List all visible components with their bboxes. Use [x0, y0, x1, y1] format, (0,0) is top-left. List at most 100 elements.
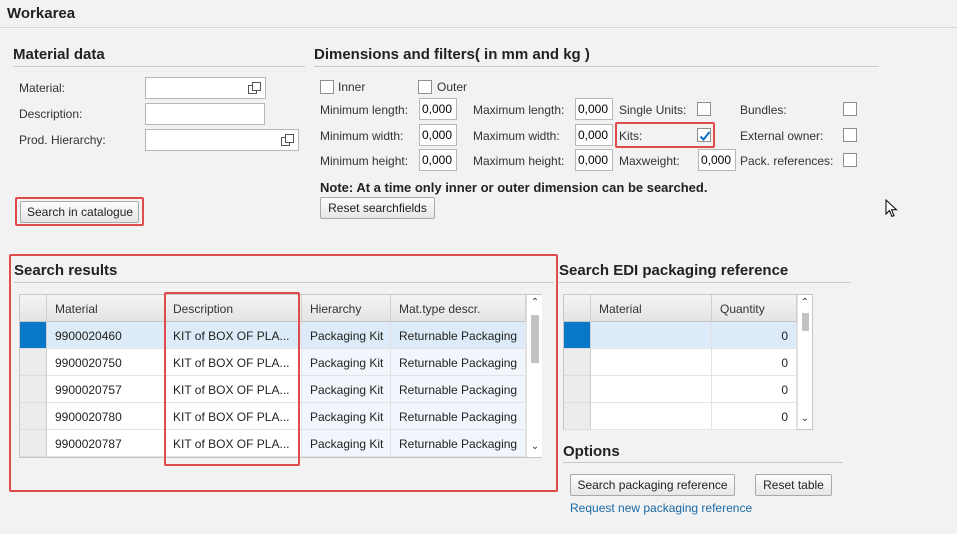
value-help-icon[interactable] [281, 134, 294, 147]
dimensions-divider [314, 66, 879, 67]
scroll-up-icon[interactable]: ⌃ [798, 297, 812, 308]
table-cell-hierarchy[interactable]: Packaging Kit [302, 376, 391, 403]
table-cell-material[interactable]: 9900020460 [47, 322, 165, 349]
max-length-label: Maximum length: [473, 103, 565, 117]
external-owner-checkbox[interactable] [843, 128, 857, 142]
outer-checkbox[interactable] [418, 80, 432, 94]
description-label: Description: [19, 107, 83, 121]
inner-checkbox[interactable] [320, 80, 334, 94]
table-cell-material[interactable]: 9900020787 [47, 430, 165, 457]
scroll-up-icon[interactable]: ⌃ [528, 297, 542, 308]
select-all-header[interactable] [20, 295, 47, 322]
column-header-hierarchy[interactable]: Hierarchy [302, 295, 391, 322]
description-input[interactable] [145, 103, 265, 125]
table-cell-hierarchy[interactable]: Packaging Kit [302, 322, 391, 349]
min-width-input[interactable]: 0,000 [419, 124, 457, 146]
options-divider [563, 462, 843, 463]
table-cell-mat-type[interactable]: Returnable Packaging [391, 376, 526, 403]
edi-scrollbar[interactable]: ⌃ ⌄ [797, 295, 812, 429]
table-cell-quantity[interactable]: 0 [712, 376, 797, 403]
prod-hierarchy-input[interactable] [145, 129, 299, 151]
table-cell-quantity[interactable]: 0 [712, 349, 797, 376]
table-cell-material[interactable] [591, 349, 712, 376]
value-help-icon[interactable] [248, 82, 261, 95]
maxweight-input[interactable]: 0,000 [698, 149, 736, 171]
edi-title: Search EDI packaging reference [559, 262, 789, 279]
table-cell-description[interactable]: KIT of BOX OF PLA... [165, 403, 302, 430]
table-cell-description[interactable]: KIT of BOX OF PLA... [165, 322, 302, 349]
max-height-input[interactable]: 0,000 [575, 149, 613, 171]
row-selector[interactable] [20, 403, 47, 430]
search-results-divider [14, 282, 554, 283]
reset-searchfields-button[interactable]: Reset searchfields [320, 197, 435, 219]
bundles-label: Bundles: [740, 103, 787, 117]
edi-divider [559, 282, 851, 283]
min-height-label: Minimum height: [320, 154, 409, 168]
pack-references-checkbox[interactable] [843, 153, 857, 167]
table-cell-mat-type[interactable]: Returnable Packaging [391, 322, 526, 349]
header-divider [0, 27, 957, 28]
table-cell-material[interactable] [591, 403, 712, 430]
scroll-thumb[interactable] [531, 315, 539, 363]
scroll-thumb[interactable] [802, 313, 809, 331]
table-cell-mat-type[interactable]: Returnable Packaging [391, 349, 526, 376]
min-height-input[interactable]: 0,000 [419, 149, 457, 171]
search-packaging-reference-button[interactable]: Search packaging reference [570, 474, 735, 496]
single-units-checkbox[interactable] [697, 102, 711, 116]
table-cell-material[interactable] [591, 376, 712, 403]
row-selector[interactable] [20, 349, 47, 376]
checkmark-icon [699, 131, 711, 141]
reset-table-button[interactable]: Reset table [755, 474, 832, 496]
material-label: Material: [19, 81, 66, 95]
table-cell-material[interactable]: 9900020780 [47, 403, 165, 430]
request-new-packaging-reference-link[interactable]: Request new packaging reference [570, 501, 752, 515]
results-scrollbar[interactable]: ⌃ ⌄ [526, 295, 542, 457]
select-all-header[interactable] [564, 295, 591, 322]
row-selector[interactable] [20, 322, 47, 349]
column-header-mat-type[interactable]: Mat.type descr. [391, 295, 526, 322]
search-in-catalogue-button[interactable]: Search in catalogue [20, 201, 139, 223]
row-selector[interactable] [564, 376, 591, 403]
outer-label: Outer [437, 80, 468, 94]
row-selector[interactable] [20, 430, 47, 457]
table-cell-description[interactable]: KIT of BOX OF PLA... [165, 349, 302, 376]
mouse-cursor-icon [885, 199, 898, 218]
row-selector[interactable] [564, 322, 591, 349]
scroll-down-icon[interactable]: ⌄ [528, 441, 542, 452]
table-cell-mat-type[interactable]: Returnable Packaging [391, 430, 526, 457]
table-cell-quantity[interactable]: 0 [712, 322, 797, 349]
max-width-input[interactable]: 0,000 [575, 124, 613, 146]
table-cell-material[interactable]: 9900020750 [47, 349, 165, 376]
table-cell-material[interactable]: 9900020757 [47, 376, 165, 403]
inner-label: Inner [338, 80, 366, 94]
max-height-label: Maximum height: [473, 154, 565, 168]
dimensions-title: Dimensions and filters( in mm and kg ) [314, 46, 590, 63]
row-selector[interactable] [20, 376, 47, 403]
table-cell-hierarchy[interactable]: Packaging Kit [302, 430, 391, 457]
row-selector[interactable] [564, 349, 591, 376]
min-length-input[interactable]: 0,000 [419, 98, 457, 120]
row-selector[interactable] [564, 403, 591, 430]
dimension-note: Note: At a time only inner or outer dime… [320, 180, 708, 195]
kits-checkbox[interactable] [697, 128, 711, 142]
table-cell-quantity[interactable]: 0 [712, 403, 797, 430]
table-cell-description[interactable]: KIT of BOX OF PLA... [165, 376, 302, 403]
column-header-description[interactable]: Description [165, 295, 302, 322]
min-width-label: Minimum width: [320, 129, 404, 143]
max-width-label: Maximum width: [473, 129, 560, 143]
scroll-down-icon[interactable]: ⌄ [798, 413, 812, 424]
material-input[interactable] [145, 77, 266, 99]
table-cell-description[interactable]: KIT of BOX OF PLA... [165, 430, 302, 457]
max-length-input[interactable]: 0,000 [575, 98, 613, 120]
column-header-material[interactable]: Material [591, 295, 712, 322]
table-cell-mat-type[interactable]: Returnable Packaging [391, 403, 526, 430]
column-header-material[interactable]: Material [47, 295, 165, 322]
table-cell-hierarchy[interactable]: Packaging Kit [302, 403, 391, 430]
table-cell-hierarchy[interactable]: Packaging Kit [302, 349, 391, 376]
bundles-checkbox[interactable] [843, 102, 857, 116]
search-results-title: Search results [14, 262, 118, 279]
column-header-quantity[interactable]: Quantity [712, 295, 797, 322]
table-cell-material[interactable] [591, 322, 712, 349]
options-title: Options [563, 443, 620, 460]
single-units-label: Single Units: [619, 103, 687, 117]
